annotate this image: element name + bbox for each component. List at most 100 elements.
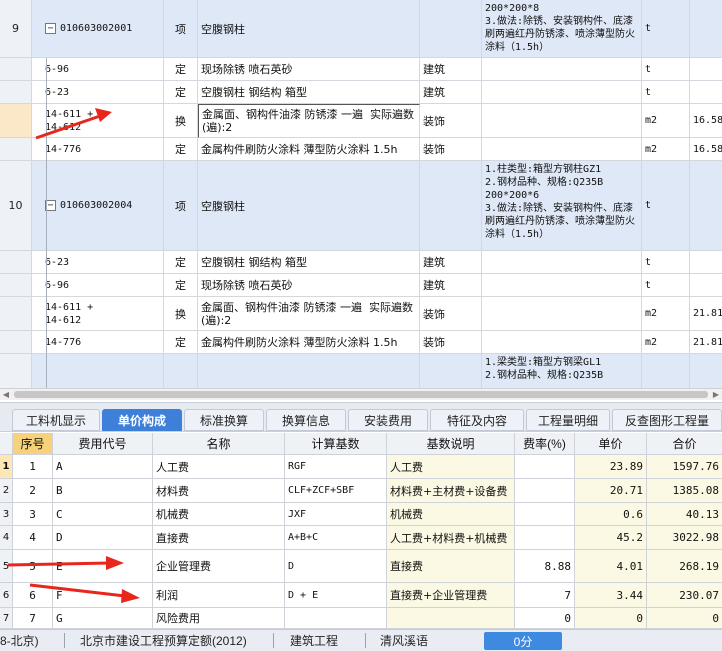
fee-rate[interactable] [515, 479, 575, 503]
quota-sub-row[interactable]: 14-611 + 14-612 换金属面、钢构件油漆 防锈漆 一遍 实际遍数(遍)… [0, 297, 722, 331]
total-price[interactable]: 1385.08 [647, 479, 722, 503]
item-type[interactable]: 定 [164, 274, 198, 297]
cost-seq[interactable]: 2 [13, 479, 53, 503]
total-price[interactable]: 3022.98 [647, 526, 722, 550]
col-header-total[interactable]: 合价 [647, 433, 722, 455]
item-type[interactable]: 换 [164, 104, 198, 138]
cost-seq[interactable]: 3 [13, 503, 53, 526]
item-quantity[interactable] [690, 251, 722, 274]
unit-price[interactable]: 23.89 [575, 455, 647, 479]
item-unit[interactable]: m2 [642, 331, 690, 354]
unit-price[interactable]: 20.71 [575, 479, 647, 503]
item-specialty[interactable] [420, 0, 482, 58]
item-feature[interactable] [482, 251, 642, 274]
calc-base[interactable]: A+B+C [285, 526, 387, 550]
table-row[interactable]: 6 6 F 利润 D + E 直接费+企业管理费 7 3.44 230.07 [0, 583, 722, 608]
quota-sub-row[interactable]: 14-776 定金属构件刷防火涂料 薄型防火涂料 1.5h 装饰 m2 16.58 [0, 138, 722, 161]
item-code[interactable]: 6-23 [42, 81, 164, 104]
item-code[interactable]: 14-611 + 14-612 [42, 104, 164, 138]
table-row[interactable]: 5 5 E 企业管理费 D 直接费 8.88 4.01 268.19 [0, 550, 722, 583]
item-type[interactable]: 项 [164, 0, 198, 58]
tab-0[interactable]: 工料机显示 [12, 409, 100, 431]
col-header-unit-price[interactable]: 单价 [575, 433, 647, 455]
scrollbar-thumb[interactable] [14, 391, 708, 398]
score-button[interactable]: 0分 [484, 632, 562, 650]
table-row[interactable]: 1 1 A 人工费 RGF 人工费 23.89 1597.76 [0, 455, 722, 479]
tab-1[interactable]: 单价构成 [102, 409, 182, 431]
item-quantity[interactable] [690, 81, 722, 104]
item-type[interactable]: 定 [164, 81, 198, 104]
item-feature[interactable]: 1.梁类型:箱型方钢梁GL1 2.钢材品种、规格:Q235B [482, 354, 642, 388]
cost-code[interactable]: G [53, 608, 153, 629]
fee-rate[interactable] [515, 526, 575, 550]
total-price[interactable]: 230.07 [647, 583, 722, 608]
cost-name[interactable]: 利润 [153, 583, 285, 608]
item-feature[interactable] [482, 331, 642, 354]
collapse-icon[interactable]: − [45, 23, 56, 34]
bill-of-quantities-grid[interactable]: 9−010603002001 项空腹钢柱 200*200*8 3.做法:除锈、安装钢… [0, 0, 722, 388]
quota-sub-row[interactable]: 6-96 定现场除锈 喷石英砂 建筑 t [0, 58, 722, 81]
item-name[interactable]: 金属面、钢构件油漆 防锈漆 一遍 实际遍数(遍):2 [198, 104, 420, 138]
fee-rate[interactable]: 7 [515, 583, 575, 608]
col-header-rate[interactable]: 费率(%) [515, 433, 575, 455]
table-row[interactable]: 3 3 C 机械费 JXF 机械费 0.6 40.13 [0, 503, 722, 526]
col-header-code[interactable]: 费用代号 [53, 433, 153, 455]
cost-name[interactable]: 人工费 [153, 455, 285, 479]
item-feature[interactable] [482, 297, 642, 331]
item-code[interactable]: 14-776 [42, 138, 164, 161]
total-price[interactable]: 40.13 [647, 503, 722, 526]
table-row[interactable]: 2 2 B 材料费 CLF+ZCF+SBF 材料费+主材费+设备费 20.71 1385.08 [0, 479, 722, 503]
item-quantity[interactable] [690, 0, 722, 58]
fee-rate[interactable] [515, 503, 575, 526]
calc-base[interactable] [285, 608, 387, 629]
item-name[interactable]: 空腹钢柱 [198, 161, 420, 251]
item-type[interactable]: 定 [164, 58, 198, 81]
cost-seq[interactable]: 7 [13, 608, 53, 629]
item-feature[interactable] [482, 58, 642, 81]
unit-price-composition-table[interactable]: 序号 费用代号 名称 计算基数 基数说明 费率(%) 单价 合价 1 1 A 人工费 R… [0, 433, 722, 629]
cost-name[interactable]: 直接费 [153, 526, 285, 550]
quota-sub-row[interactable]: 6-96 定现场除锈 喷石英砂 建筑 t [0, 274, 722, 297]
fee-rate[interactable]: 0 [515, 608, 575, 629]
item-specialty[interactable]: 建筑 [420, 274, 482, 297]
quota-sub-row[interactable]: 6-23 定空腹钢柱 钢结构 箱型 建筑 t [0, 81, 722, 104]
calc-base[interactable]: D + E [285, 583, 387, 608]
item-unit[interactable]: t [642, 274, 690, 297]
col-header-desc[interactable]: 基数说明 [387, 433, 515, 455]
base-description[interactable]: 机械费 [387, 503, 515, 526]
item-name[interactable]: 空腹钢柱 钢结构 箱型 [198, 81, 420, 104]
item-name[interactable]: 空腹钢柱 钢结构 箱型 [198, 251, 420, 274]
cost-seq[interactable]: 1 [13, 455, 53, 479]
calc-base[interactable]: RGF [285, 455, 387, 479]
item-quantity[interactable]: 21.81 [690, 331, 722, 354]
item-unit[interactable] [642, 354, 690, 388]
tab-7[interactable]: 反查图形工程量 [612, 409, 722, 431]
item-type[interactable]: 定 [164, 331, 198, 354]
item-specialty[interactable] [420, 354, 482, 388]
item-name[interactable]: 空腹钢柱 [198, 0, 420, 58]
item-feature[interactable]: 1.柱类型:箱型方钢柱GZ1 2.钢材品种、规格:Q235B 200*200*6… [482, 161, 642, 251]
cost-name[interactable]: 企业管理费 [153, 550, 285, 583]
tab-5[interactable]: 特征及内容 [430, 409, 524, 431]
base-description[interactable] [387, 608, 515, 629]
fee-rate[interactable]: 8.88 [515, 550, 575, 583]
item-code[interactable]: −010603002004 [42, 161, 164, 251]
cost-seq[interactable]: 6 [13, 583, 53, 608]
tab-4[interactable]: 安装费用 [348, 409, 428, 431]
horizontal-scrollbar[interactable]: ◀ ▶ [0, 388, 722, 400]
tab-2[interactable]: 标准换算 [184, 409, 264, 431]
item-unit[interactable]: t [642, 0, 690, 58]
item-name[interactable]: 现场除锈 喷石英砂 [198, 58, 420, 81]
cost-code[interactable]: F [53, 583, 153, 608]
item-specialty[interactable]: 装饰 [420, 331, 482, 354]
unit-price[interactable]: 0 [575, 608, 647, 629]
table-row[interactable]: 4 4 D 直接费 A+B+C 人工费+材料费+机械费 45.2 3022.98 [0, 526, 722, 550]
bill-item-row[interactable]: 10−010603002004 项空腹钢柱 1.柱类型:箱型方钢柱GZ1 2.钢材品… [0, 161, 722, 251]
item-specialty[interactable]: 建筑 [420, 81, 482, 104]
item-specialty[interactable]: 建筑 [420, 251, 482, 274]
calc-base[interactable]: CLF+ZCF+SBF [285, 479, 387, 503]
col-header-seq[interactable]: 序号 [13, 433, 53, 455]
item-type[interactable]: 定 [164, 251, 198, 274]
item-name[interactable]: 金属构件刷防火涂料 薄型防火涂料 1.5h [198, 331, 420, 354]
status-quota[interactable]: 北京市建设工程预算定额(2012) [80, 630, 270, 651]
